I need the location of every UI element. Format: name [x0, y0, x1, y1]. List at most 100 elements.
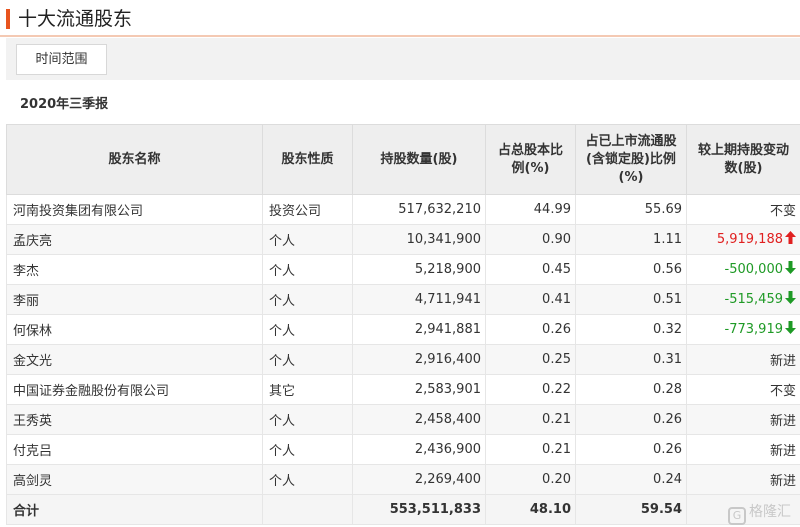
cell-shares: 4,711,941	[352, 284, 486, 315]
cell-change: 5,919,188	[686, 224, 800, 255]
change-value: -773,919	[724, 322, 783, 337]
table-total-row: 合计 553,511,833 48.10 59.54	[6, 494, 800, 525]
cell-pct-float: 1.11	[575, 224, 687, 255]
cell-pct-float: 55.69	[575, 194, 687, 225]
table-row: 高剑灵 个人 2,269,400 0.20 0.24 新进	[6, 464, 800, 495]
header-accent-bar	[6, 9, 10, 29]
table-header-row: 股东名称 股东性质 持股数量(股) 占总股本比例(%) 占已上市流通股(含锁定股…	[6, 124, 800, 195]
cell-type: 个人	[262, 344, 353, 375]
col-header-type: 股东性质	[262, 124, 353, 195]
change-value: 不变	[769, 204, 796, 219]
cell-empty	[262, 494, 353, 525]
change-value: 新进	[769, 444, 796, 459]
arrow-down-icon	[785, 261, 796, 278]
table-row: 中国证券金融股份有限公司 其它 2,583,901 0.22 0.28 不变	[6, 374, 800, 405]
cell-pct-float: 0.26	[575, 404, 687, 435]
arrow-down-icon	[785, 291, 796, 308]
cell-pct-total: 0.21	[485, 434, 576, 465]
cell-type: 其它	[262, 374, 353, 405]
cell-pct-total: 0.22	[485, 374, 576, 405]
col-header-pct-total: 占总股本比例(%)	[485, 124, 576, 195]
cell-shares: 10,341,900	[352, 224, 486, 255]
table-row: 何保林 个人 2,941,881 0.26 0.32 -773,919	[6, 314, 800, 345]
report-period: 2020年三季报	[20, 97, 109, 112]
cell-pct-float: 0.32	[575, 314, 687, 345]
cell-name: 金文光	[6, 344, 263, 375]
cell-pct-float: 0.31	[575, 344, 687, 375]
cell-change: -773,919	[686, 314, 800, 345]
cell-type: 投资公司	[262, 194, 353, 225]
cell-name: 李杰	[6, 254, 263, 285]
cell-name: 李丽	[6, 284, 263, 315]
change-value: 5,919,188	[716, 232, 783, 247]
section-header: 十大流通股东	[0, 0, 800, 40]
cell-type: 个人	[262, 224, 353, 255]
cell-pct-total: 0.90	[485, 224, 576, 255]
cell-name: 何保林	[6, 314, 263, 345]
table-row: 孟庆亮 个人 10,341,900 0.90 1.11 5,919,188	[6, 224, 800, 255]
cell-type: 个人	[262, 254, 353, 285]
cell-change: 新进	[686, 434, 800, 465]
cell-total-pct-total: 48.10	[485, 494, 576, 525]
cell-name: 中国证券金融股份有限公司	[6, 374, 263, 405]
table-row: 王秀英 个人 2,458,400 0.21 0.26 新进	[6, 404, 800, 435]
table-row: 李杰 个人 5,218,900 0.45 0.56 -500,000	[6, 254, 800, 285]
cell-pct-total: 0.45	[485, 254, 576, 285]
col-header-pct-float: 占已上市流通股(含锁定股)比例(%)	[575, 124, 687, 195]
cell-name: 王秀英	[6, 404, 263, 435]
cell-shares: 2,941,881	[352, 314, 486, 345]
arrow-down-icon	[785, 321, 796, 338]
cell-pct-total: 0.41	[485, 284, 576, 315]
cell-name: 付克吕	[6, 434, 263, 465]
cell-change: 不变	[686, 374, 800, 405]
time-range-button[interactable]: 时间范围	[16, 44, 107, 75]
cell-change: 新进	[686, 404, 800, 435]
cell-pct-total: 0.26	[485, 314, 576, 345]
table-row: 河南投资集团有限公司 投资公司 517,632,210 44.99 55.69 不变	[6, 194, 800, 225]
table-row: 付克吕 个人 2,436,900 0.21 0.26 新进	[6, 434, 800, 465]
page-title: 十大流通股东	[18, 8, 133, 30]
change-value: -515,459	[724, 292, 783, 307]
cell-pct-total: 0.25	[485, 344, 576, 375]
change-value: 新进	[769, 474, 796, 489]
change-value: 新进	[769, 414, 796, 429]
watermark-text: 格隆汇	[749, 504, 791, 520]
cell-name: 孟庆亮	[6, 224, 263, 255]
cell-type: 个人	[262, 404, 353, 435]
cell-name: 河南投资集团有限公司	[6, 194, 263, 225]
change-value: -500,000	[724, 262, 783, 277]
cell-pct-float: 0.28	[575, 374, 687, 405]
cell-shares: 2,583,901	[352, 374, 486, 405]
table-row: 李丽 个人 4,711,941 0.41 0.51 -515,459	[6, 284, 800, 315]
cell-type: 个人	[262, 434, 353, 465]
cell-change: 新进	[686, 344, 800, 375]
cell-pct-float: 0.56	[575, 254, 687, 285]
cell-change: -500,000	[686, 254, 800, 285]
cell-pct-float: 0.26	[575, 434, 687, 465]
header-divider	[0, 35, 800, 37]
watermark-logo-icon: G	[728, 507, 746, 525]
change-value: 不变	[769, 384, 796, 399]
col-header-shares: 持股数量(股)	[352, 124, 486, 195]
cell-change: 不变	[686, 194, 800, 225]
col-header-name: 股东名称	[6, 124, 263, 195]
cell-pct-total: 44.99	[485, 194, 576, 225]
cell-pct-float: 0.51	[575, 284, 687, 315]
cell-change: 新进	[686, 464, 800, 495]
cell-shares: 2,269,400	[352, 464, 486, 495]
cell-total-label: 合计	[6, 494, 263, 525]
cell-shares: 2,916,400	[352, 344, 486, 375]
table-row: 金文光 个人 2,916,400 0.25 0.31 新进	[6, 344, 800, 375]
cell-total-pct-float: 59.54	[575, 494, 687, 525]
filter-panel	[6, 38, 800, 80]
cell-shares: 5,218,900	[352, 254, 486, 285]
cell-type: 个人	[262, 464, 353, 495]
cell-shares: 517,632,210	[352, 194, 486, 225]
change-value: 新进	[769, 354, 796, 369]
cell-change: -515,459	[686, 284, 800, 315]
cell-total-shares: 553,511,833	[352, 494, 486, 525]
watermark: G 格隆汇	[728, 500, 800, 525]
cell-shares: 2,458,400	[352, 404, 486, 435]
cell-pct-total: 0.21	[485, 404, 576, 435]
cell-pct-total: 0.20	[485, 464, 576, 495]
